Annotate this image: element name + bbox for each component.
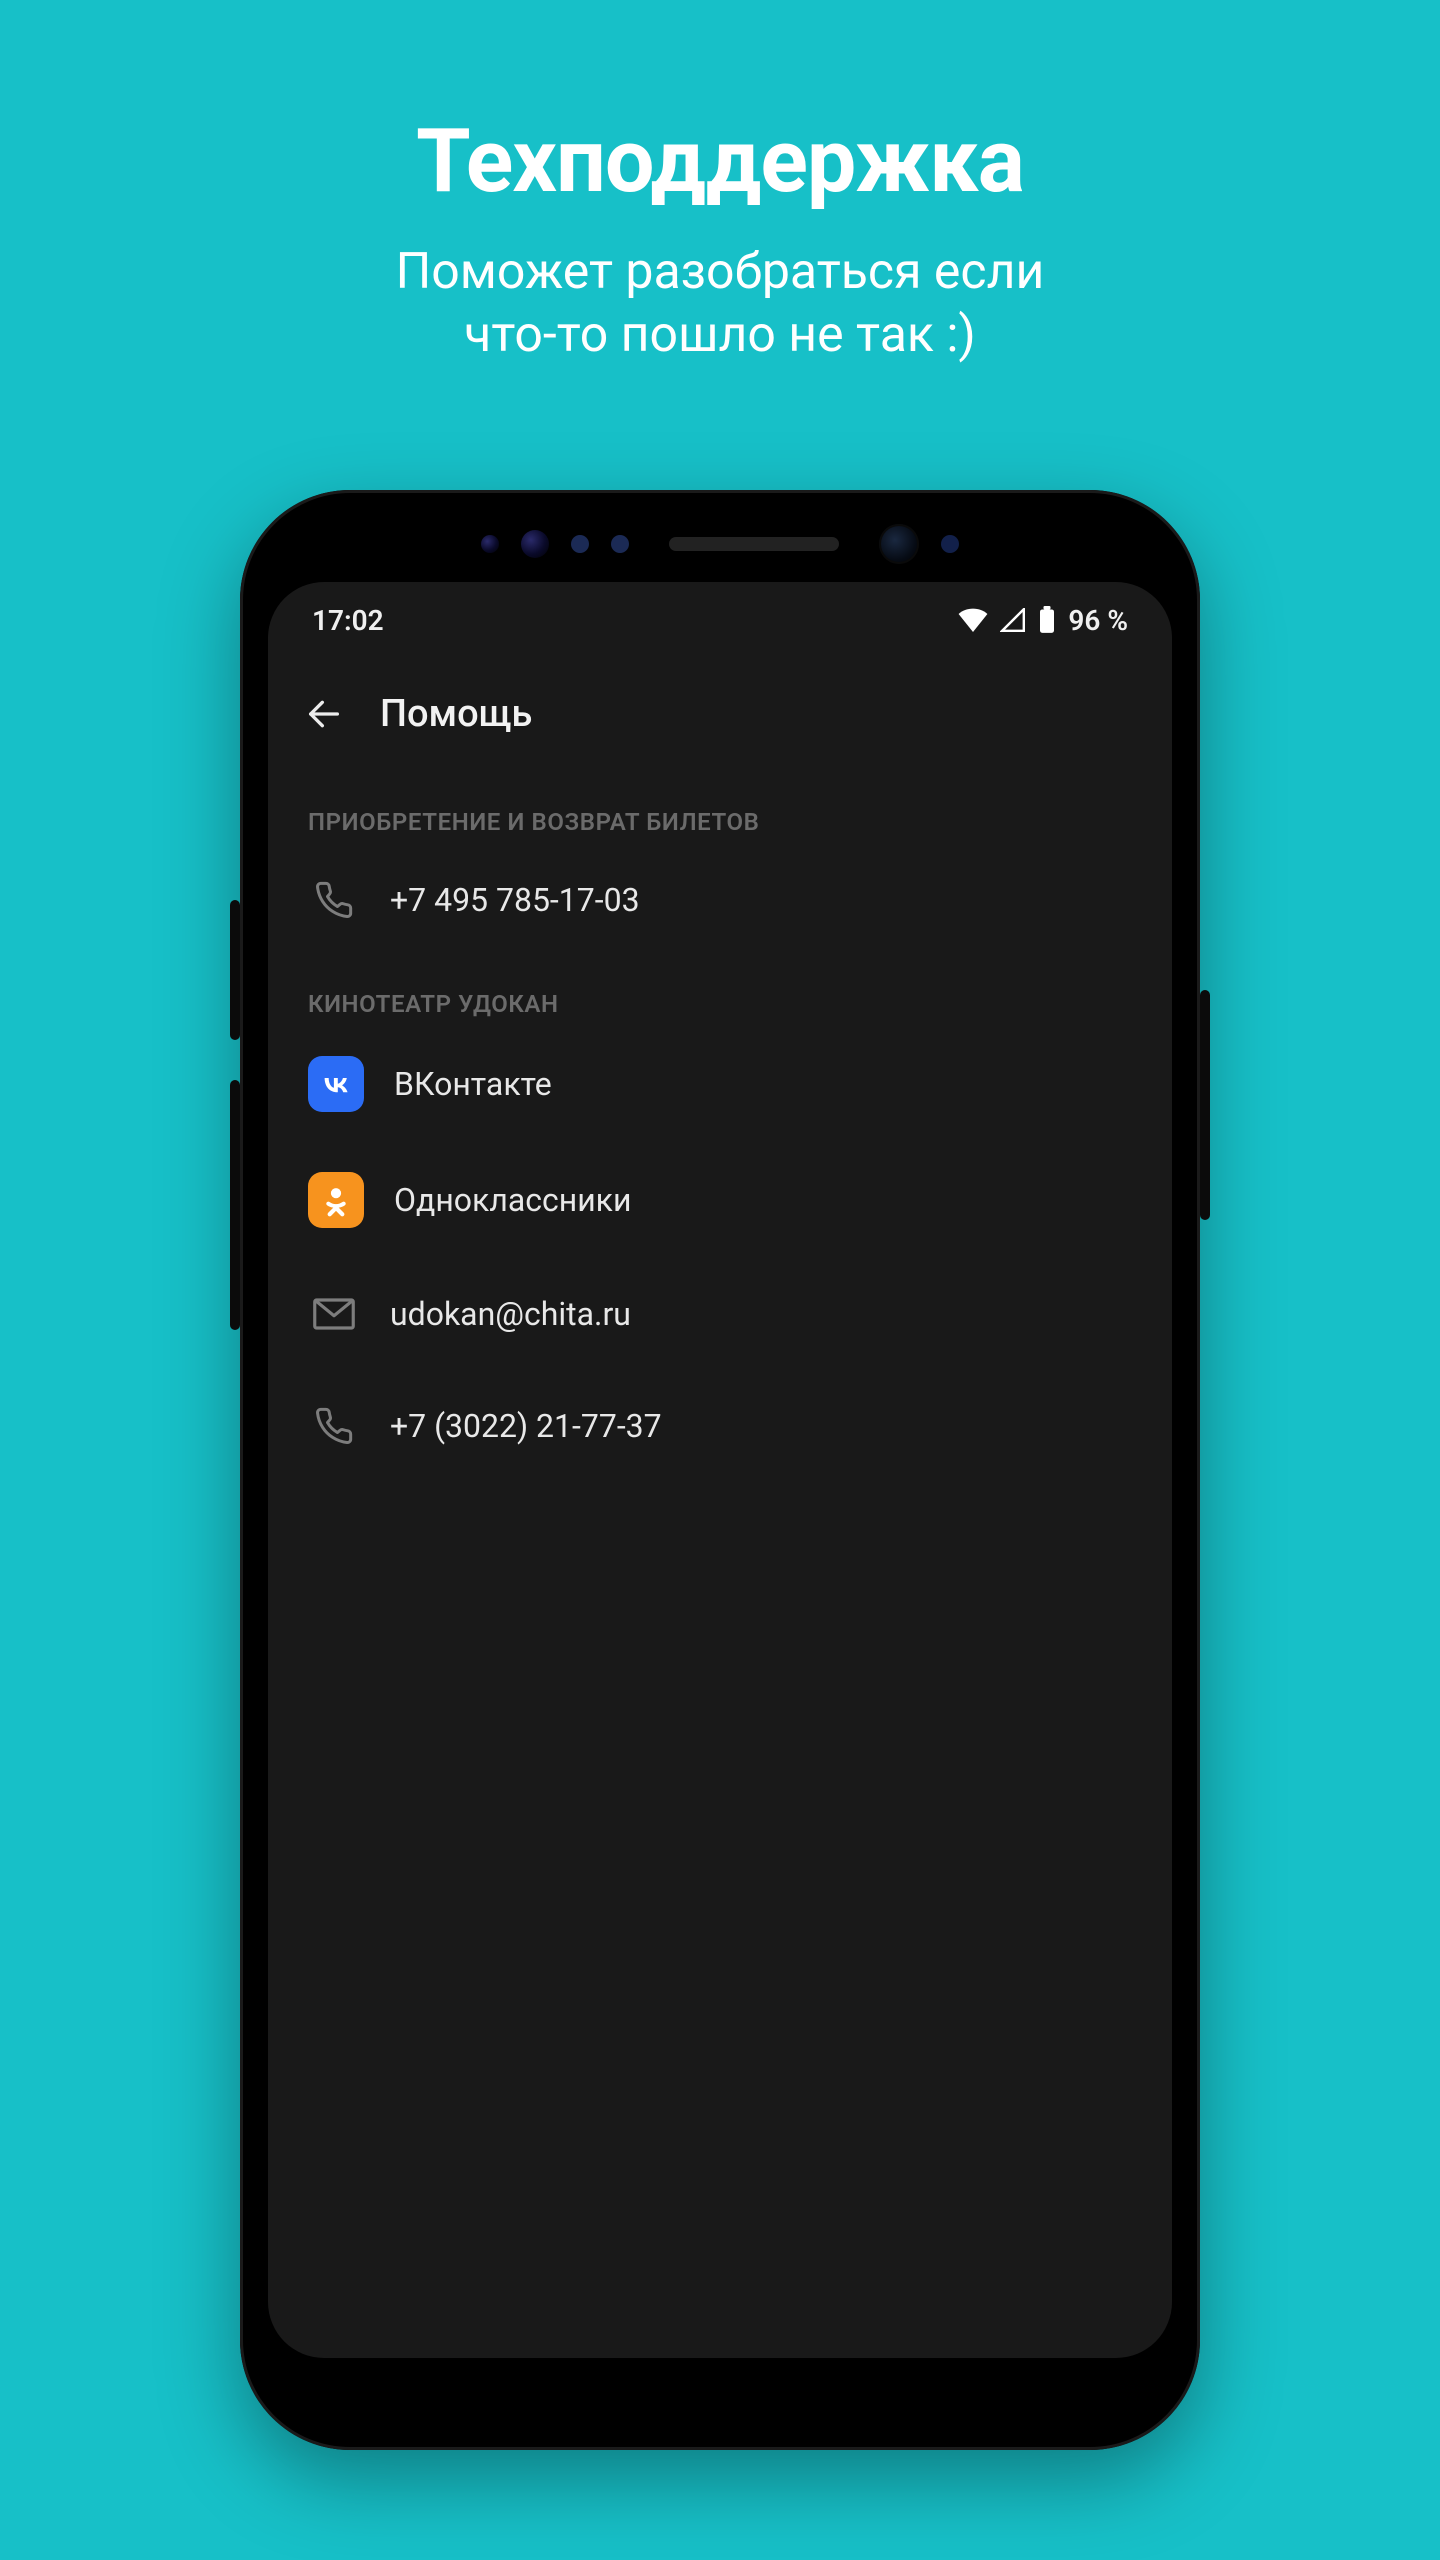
wifi-icon [958,608,988,632]
status-indicators: 96 % [958,604,1128,637]
row-label: udokan@chita.ru [390,1295,631,1333]
cellular-icon [1000,608,1026,632]
phone-side-button [1200,990,1210,1220]
status-time: 17:02 [312,604,384,637]
phone-side-button [230,900,240,1040]
arrow-left-icon [304,694,344,734]
status-bar: 17:02 96 % [268,582,1172,658]
app-header: Помощь [268,658,1172,774]
email-row[interactable]: udokan@chita.ru [308,1258,1132,1370]
ok-row[interactable]: Одноклассники [308,1142,1132,1258]
phone-side-button [230,1080,240,1330]
promo-subtitle-line1: Поможет разобраться если [396,243,1045,301]
row-label: ВКонтакте [394,1065,552,1103]
promo-subtitle: Поможет разобраться если что-то пошло не… [0,241,1440,366]
phone-top-hardware [240,524,1200,564]
row-label: Одноклассники [394,1181,631,1219]
page-title: Помощь [380,692,532,736]
phone-icon [308,874,360,926]
battery-icon [1038,606,1056,634]
row-label: +7 (3022) 21-77-37 [390,1407,662,1445]
section-cinema: КИНОТЕАТР УДОКАН ВКонтакте Одноклассники… [268,956,1172,1482]
promo-header: Техподдержка Поможет разобраться если чт… [0,110,1440,366]
phone-frame: 17:02 96 % Помощь [240,490,1200,2450]
section-tickets: ПРИОБРЕТЕНИЕ И ВОЗВРАТ БИЛЕТОВ +7 495 78… [268,774,1172,956]
ok-icon [308,1172,364,1228]
promo-subtitle-line2: что-то пошло не так :) [464,306,976,364]
back-button[interactable] [296,686,352,742]
section-label: КИНОТЕАТР УДОКАН [308,990,1132,1018]
promo-title: Техподдержка [0,110,1440,213]
vk-icon [308,1056,364,1112]
email-icon [308,1288,360,1340]
phone-row[interactable]: +7 (3022) 21-77-37 [308,1370,1132,1482]
phone-screen: 17:02 96 % Помощь [268,582,1172,2358]
section-label: ПРИОБРЕТЕНИЕ И ВОЗВРАТ БИЛЕТОВ [308,808,1132,836]
vk-row[interactable]: ВКонтакте [308,1026,1132,1142]
phone-icon [308,1400,360,1452]
phone-row[interactable]: +7 495 785-17-03 [308,844,1132,956]
battery-text: 96 % [1068,604,1128,637]
row-label: +7 495 785-17-03 [390,881,640,919]
